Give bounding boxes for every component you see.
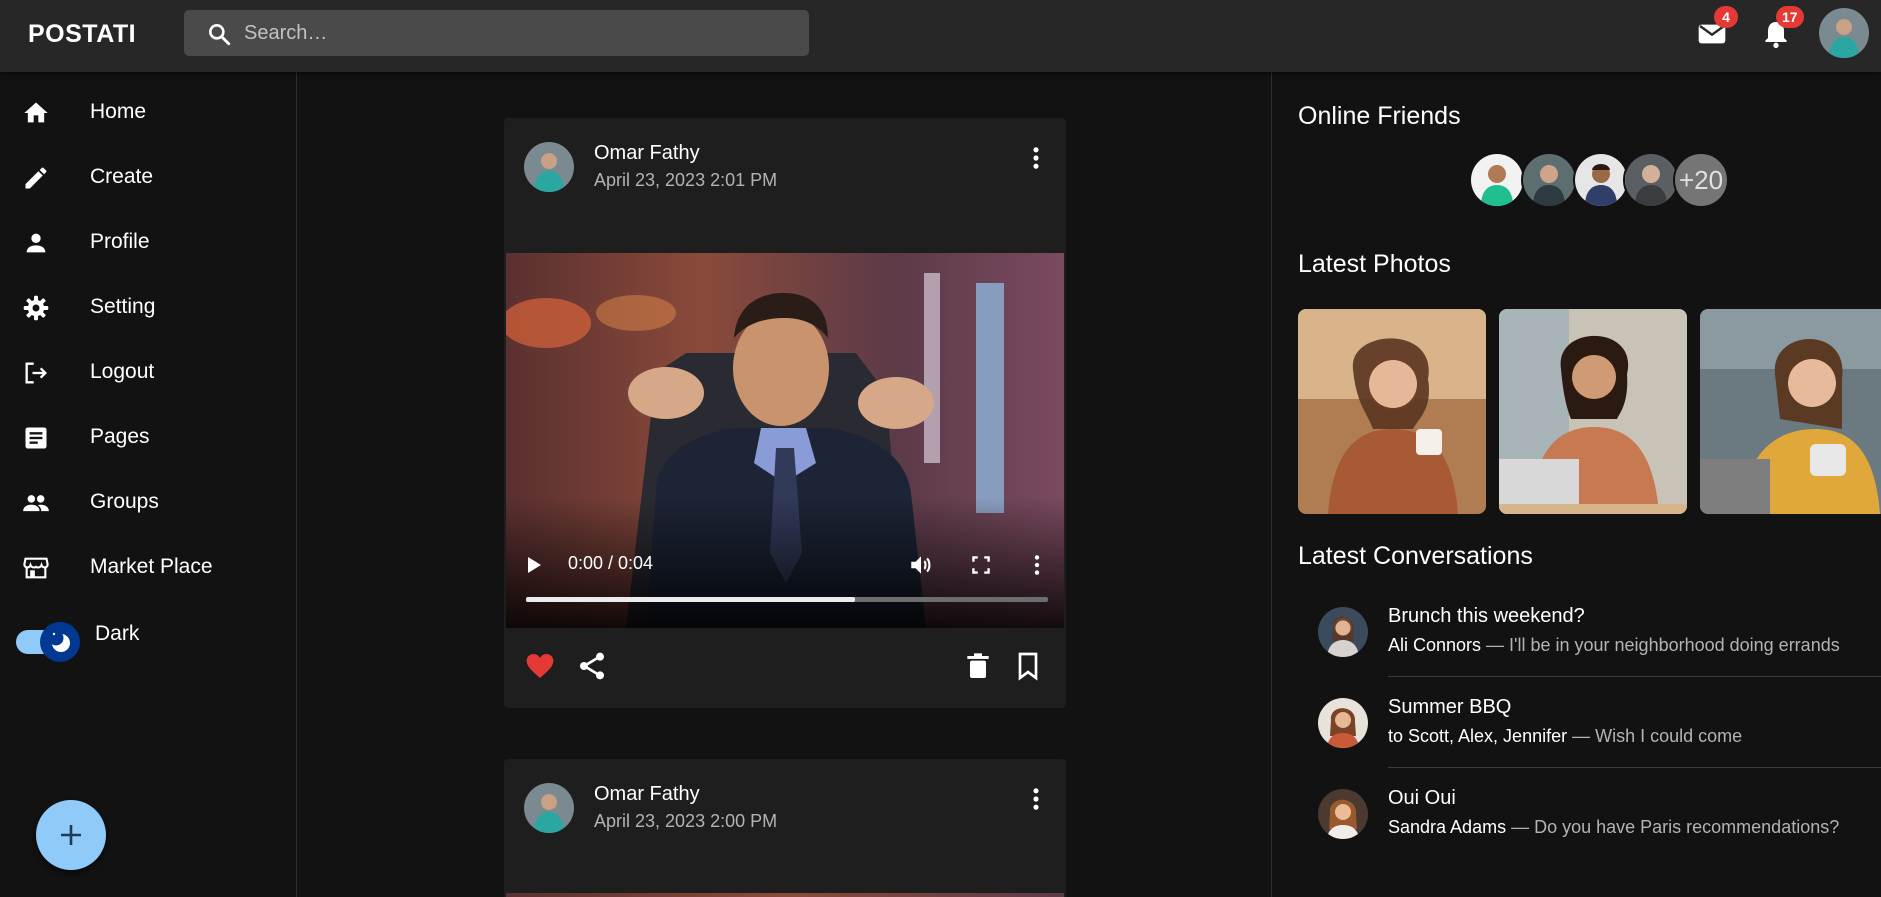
post-card: Omar Fathy April 23, 2023 2:01 PM 0:00 /… — [504, 118, 1066, 708]
sidebar-item-label: Create — [90, 165, 154, 188]
sidebar-item-pages[interactable]: Pages — [0, 408, 296, 464]
latest-conversations-title: Latest Conversations — [1298, 542, 1533, 570]
share-icon[interactable] — [576, 650, 608, 682]
sidebar-item-profile[interactable]: Profile — [0, 213, 296, 269]
play-icon[interactable] — [524, 555, 544, 575]
toggle-thumb — [40, 622, 80, 662]
list-divider — [1388, 767, 1881, 768]
search-icon — [209, 24, 231, 46]
dark-mode-toggle[interactable] — [16, 620, 80, 662]
add-post-button[interactable] — [36, 800, 106, 870]
photo-thumbnail[interactable] — [1700, 309, 1881, 514]
post-author-avatar[interactable] — [524, 142, 574, 192]
article-icon — [25, 427, 47, 449]
left-sidebar: Home Create Profile Setting Logout Pages… — [0, 72, 297, 897]
volume-icon[interactable] — [908, 552, 934, 578]
conversation-avatar — [1318, 789, 1368, 839]
conversation-text: — I'll be in your neighborhood doing err… — [1481, 635, 1840, 655]
sidebar-item-setting[interactable]: Setting — [0, 278, 296, 334]
mail-button[interactable]: 4 — [1696, 6, 1738, 52]
person-icon — [26, 233, 46, 253]
delete-icon[interactable] — [962, 650, 994, 682]
right-panel: Online Friends +20 Latest Photos Latest … — [1271, 72, 1881, 897]
list-divider — [1388, 676, 1881, 677]
conversation-sender: Sandra Adams — [1388, 817, 1507, 837]
photo-thumbnail[interactable] — [1298, 309, 1486, 514]
post-video-preview[interactable] — [506, 893, 1064, 897]
post-date: April 23, 2023 2:00 PM — [594, 811, 778, 831]
sidebar-item-label: Logout — [90, 360, 155, 383]
friend-avatar[interactable] — [1573, 152, 1629, 208]
sidebar-item-logout[interactable]: Logout — [0, 343, 296, 399]
post-author-name[interactable]: Omar Fathy — [594, 142, 700, 165]
post-author-avatar[interactable] — [524, 783, 574, 833]
more-friends-count[interactable]: +20 — [1673, 152, 1729, 208]
video-progress-fill — [526, 597, 855, 602]
friend-avatar[interactable] — [1469, 152, 1525, 208]
search-bar[interactable] — [184, 10, 809, 56]
conversation-title: Summer BBQ — [1388, 696, 1512, 718]
top-app-bar: POSTATI 4 17 — [0, 0, 1881, 72]
search-input[interactable] — [244, 10, 794, 56]
conversation-title: Brunch this weekend? — [1388, 605, 1585, 627]
conversation-title: Oui Oui — [1388, 787, 1456, 809]
friend-avatar[interactable] — [1521, 152, 1577, 208]
sidebar-item-label: Groups — [90, 490, 159, 513]
video-options-icon[interactable] — [1024, 552, 1050, 578]
post-date: April 23, 2023 2:01 PM — [594, 170, 778, 190]
notifications-button[interactable]: 17 — [1760, 6, 1804, 52]
photo-thumbnail[interactable] — [1499, 309, 1687, 514]
sidebar-item-create[interactable]: Create — [0, 148, 296, 204]
sidebar-item-label: Setting — [90, 295, 156, 318]
sidebar-item-market-place[interactable]: Market Place — [0, 538, 296, 594]
brand-logo[interactable]: POSTATI — [28, 20, 136, 49]
online-friends-title: Online Friends — [1298, 102, 1461, 130]
more-vert-icon[interactable] — [1022, 144, 1050, 172]
plus-icon — [61, 825, 81, 845]
group-icon — [23, 495, 49, 512]
account-avatar[interactable] — [1819, 8, 1869, 58]
post-card: Omar Fathy April 23, 2023 2:00 PM — [504, 759, 1066, 897]
conversation-preview: to Scott, Alex, Jennifer — Wish I could … — [1388, 726, 1742, 747]
post-actions — [504, 628, 1066, 708]
bookmark-icon[interactable] — [1012, 650, 1044, 682]
conversation-text: — Do you have Paris recommendations? — [1506, 817, 1840, 837]
conversation-avatar — [1318, 698, 1368, 748]
conversation-item[interactable]: Summer BBQ to Scott, Alex, Jennifer — Wi… — [1298, 678, 1881, 768]
conversation-sender: Ali Connors — [1388, 635, 1482, 655]
home-icon — [24, 102, 48, 123]
sidebar-item-groups[interactable]: Groups — [0, 473, 296, 529]
sidebar-item-label: Market Place — [90, 555, 213, 578]
notifications-badge: 17 — [1776, 6, 1804, 28]
conversation-preview: Ali Connors — I'll be in your neighborho… — [1388, 635, 1840, 656]
fullscreen-icon[interactable] — [968, 552, 994, 578]
video-controls: 0:00 / 0:04 — [506, 253, 1064, 628]
pencil-icon — [25, 167, 47, 189]
logout-icon — [25, 362, 47, 384]
latest-photos-title: Latest Photos — [1298, 250, 1451, 278]
friend-avatar[interactable] — [1623, 152, 1679, 208]
more-vert-icon[interactable] — [1022, 785, 1050, 813]
sidebar-item-label: Pages — [90, 425, 150, 448]
mail-badge: 4 — [1714, 6, 1738, 28]
post-author-name[interactable]: Omar Fathy — [594, 783, 700, 806]
sidebar-item-home[interactable]: Home — [0, 83, 296, 139]
post-video[interactable]: 0:00 / 0:04 — [506, 253, 1064, 628]
video-time: 0:00 / 0:04 — [568, 553, 654, 573]
dark-mode-label: Dark — [95, 622, 140, 645]
moon-icon — [48, 630, 70, 652]
conversation-preview: Sandra Adams — Do you have Paris recomme… — [1388, 817, 1839, 838]
gear-icon — [23, 295, 49, 321]
video-progress-bar[interactable] — [526, 597, 1048, 602]
sidebar-item-label: Home — [90, 100, 147, 123]
conversation-avatar — [1318, 607, 1368, 657]
conversation-item[interactable]: Brunch this weekend? Ali Connors — I'll … — [1298, 587, 1881, 677]
conversation-text: — Wish I could come — [1567, 726, 1743, 746]
storefront-icon — [23, 557, 49, 579]
conversation-sender: to Scott, Alex, Jennifer — [1388, 726, 1568, 746]
sidebar-item-label: Profile — [90, 230, 150, 253]
heart-icon[interactable] — [524, 650, 556, 682]
conversation-item[interactable]: Oui Oui Sandra Adams — Do you have Paris… — [1298, 769, 1881, 859]
